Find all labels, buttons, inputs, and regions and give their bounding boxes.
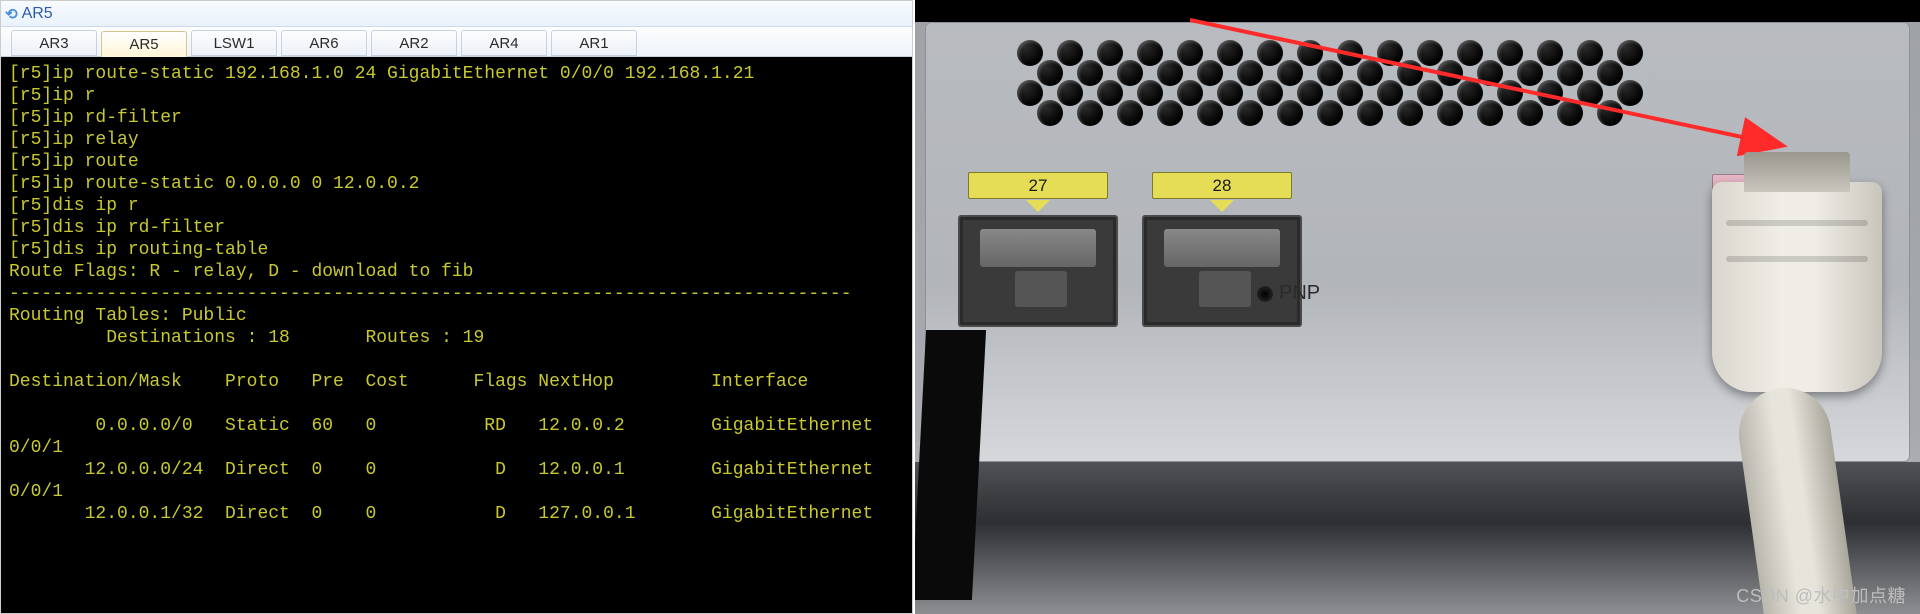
ventilation-holes — [1017, 40, 1667, 160]
rj45-connector — [1744, 152, 1850, 192]
boot-ridge — [1726, 256, 1868, 262]
title-bar[interactable]: ⟲ AR5 — [1, 1, 912, 27]
pnp-label: PNP — [1279, 282, 1320, 305]
tab-ar2[interactable]: AR2 — [371, 30, 457, 56]
tab-ar1[interactable]: AR1 — [551, 30, 637, 56]
tab-lsw1[interactable]: LSW1 — [191, 30, 277, 56]
photo-top-edge — [915, 0, 1920, 22]
tab-strip: AR3 AR5 LSW1 AR6 AR2 AR4 AR1 — [1, 27, 912, 57]
tab-ar6[interactable]: AR6 — [281, 30, 367, 56]
terminal-output[interactable]: [r5]ip route-static 192.168.1.0 24 Gigab… — [1, 57, 912, 613]
sfp-cage-27 — [958, 215, 1118, 327]
down-arrow-icon — [1210, 200, 1234, 212]
sfp-port-27: 27 — [953, 172, 1123, 327]
rj45-boot — [1712, 182, 1882, 392]
tab-ar5[interactable]: AR5 — [101, 31, 187, 57]
device-photo: 27 28 PNP CONSOLE — [913, 0, 1920, 614]
console-cable-plug — [1712, 182, 1882, 492]
watermark: CSDN @水中加点糖 — [1736, 582, 1906, 608]
tab-ar4[interactable]: AR4 — [461, 30, 547, 56]
boot-ridge — [1726, 220, 1868, 226]
app-icon: ⟲ — [5, 5, 18, 23]
window-title: AR5 — [22, 5, 53, 23]
port-label-27: 27 — [968, 172, 1108, 199]
down-arrow-icon — [1026, 200, 1050, 212]
pnp-button — [1257, 286, 1273, 302]
simulator-window: ⟲ AR5 AR3 AR5 LSW1 AR6 AR2 AR4 AR1 [r5]i… — [0, 0, 913, 614]
port-label-28: 28 — [1152, 172, 1292, 199]
sfp-cage-28 — [1142, 215, 1302, 327]
tab-ar3[interactable]: AR3 — [11, 30, 97, 56]
